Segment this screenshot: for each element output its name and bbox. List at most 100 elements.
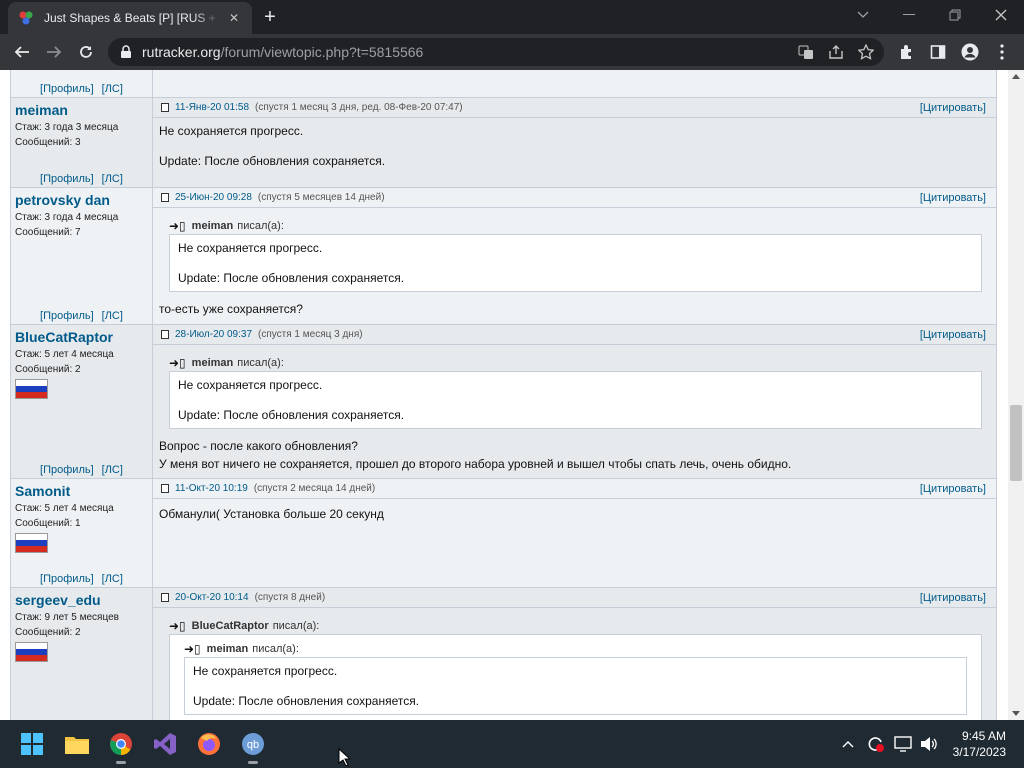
poster-nick[interactable]: BlueCatRaptor bbox=[15, 329, 152, 347]
side-panel-icon[interactable] bbox=[922, 34, 954, 70]
network-monitor-icon[interactable] bbox=[892, 730, 914, 758]
quote-button[interactable]: [Цитировать] bbox=[920, 102, 986, 114]
scrollbar-thumb[interactable] bbox=[1010, 405, 1022, 481]
post-date[interactable]: 28-Июл-20 09:37 bbox=[175, 329, 252, 340]
page-viewport: [Профиль] [ЛС] meiman Стаж: 3 года 3 меся… bbox=[0, 70, 1008, 720]
post-text: Обманули( Установка больше 20 секунд bbox=[159, 507, 384, 521]
quote-text: Не сохраняется прогресс. bbox=[178, 241, 323, 255]
share-icon[interactable] bbox=[828, 44, 844, 60]
running-indicator bbox=[248, 761, 258, 764]
poster-messages: Сообщений: 3 bbox=[15, 137, 81, 148]
scroll-up-arrow-icon[interactable] bbox=[1012, 74, 1020, 79]
back-arrow-icon[interactable] bbox=[6, 34, 38, 70]
russia-flag-icon bbox=[15, 642, 48, 662]
page-scrollbar[interactable] bbox=[1008, 70, 1024, 720]
russia-flag-icon bbox=[15, 533, 48, 553]
poster-nick[interactable]: sergeev_edu bbox=[15, 592, 152, 610]
visual-studio-icon[interactable] bbox=[151, 730, 179, 758]
chrome-icon[interactable] bbox=[107, 730, 135, 764]
poster-nick[interactable]: petrovsky dan bbox=[15, 192, 152, 210]
quote-button[interactable]: [Цитировать] bbox=[920, 592, 986, 604]
profile-link[interactable]: [Профиль] bbox=[40, 173, 94, 185]
poster-stazh: Стаж: 5 лет 4 месяца bbox=[15, 503, 114, 514]
post-info: (спустя 1 месяц 3 дня) bbox=[258, 329, 363, 340]
reload-icon[interactable] bbox=[70, 34, 102, 70]
poster-messages: Сообщений: 2 bbox=[15, 364, 81, 375]
pm-link[interactable]: [ЛС] bbox=[102, 573, 123, 585]
tab-search-chevron-icon[interactable] bbox=[840, 0, 886, 30]
forum-post: BlueCatRaptor Стаж: 5 лет 4 месяца Сообщ… bbox=[11, 325, 996, 479]
quote-arrow-icon: ➜▯ bbox=[184, 642, 201, 656]
system-clock[interactable]: 9:45 AM 3/17/2023 bbox=[953, 728, 1006, 760]
quote-author: meiman bbox=[191, 220, 234, 232]
post-date[interactable]: 25-Июн-20 09:28 bbox=[175, 192, 252, 203]
poster-nick[interactable]: meiman bbox=[15, 102, 152, 120]
quote-button[interactable]: [Цитировать] bbox=[920, 483, 986, 495]
profile-avatar-icon[interactable] bbox=[954, 34, 986, 70]
quote-author: meiman bbox=[191, 357, 234, 369]
post-icon[interactable] bbox=[161, 193, 169, 202]
pm-link[interactable]: [ЛС] bbox=[102, 464, 123, 476]
post-text: Не сохраняется прогресс. bbox=[159, 124, 304, 138]
profile-link[interactable]: [Профиль] bbox=[40, 83, 94, 95]
quote-text: Не сохраняется прогресс. bbox=[178, 378, 323, 392]
chrome-menu-kebab-icon[interactable] bbox=[986, 34, 1018, 70]
rutracker-favicon-icon bbox=[19, 11, 33, 25]
post-date[interactable]: 11-Янв-20 01:58 bbox=[175, 102, 249, 113]
restore-icon[interactable] bbox=[932, 0, 978, 30]
post-header: 11-Окт-20 10:19 (спустя 2 месяца 14 дней… bbox=[153, 479, 996, 499]
extensions-puzzle-icon[interactable] bbox=[890, 34, 922, 70]
post-date[interactable]: 11-Окт-20 10:19 bbox=[175, 483, 248, 494]
quote-text: Update: После обновления сохраняется. bbox=[178, 271, 405, 285]
post-date[interactable]: 20-Окт-20 10:14 bbox=[175, 592, 249, 603]
post-icon[interactable] bbox=[161, 484, 169, 493]
volume-speaker-icon[interactable] bbox=[918, 730, 940, 758]
pm-link[interactable]: [ЛС] bbox=[102, 173, 123, 185]
tab-close-icon[interactable]: ✕ bbox=[226, 11, 242, 25]
profile-link[interactable]: [Профиль] bbox=[40, 310, 94, 322]
post-header: 11-Янв-20 01:58 (спустя 1 месяц 3 дня, р… bbox=[153, 98, 996, 118]
file-explorer-icon[interactable] bbox=[63, 730, 91, 758]
poster-messages: Сообщений: 1 bbox=[15, 518, 81, 529]
quote-wrote-label: писал(а): bbox=[237, 220, 284, 232]
translate-icon[interactable] bbox=[798, 44, 814, 60]
sync-alert-icon[interactable] bbox=[864, 730, 886, 758]
quote-author: meiman bbox=[206, 643, 249, 655]
profile-link[interactable]: [Профиль] bbox=[40, 464, 94, 476]
poster-stazh: Стаж: 3 года 4 месяца bbox=[15, 212, 119, 223]
post-icon[interactable] bbox=[161, 593, 169, 602]
profile-link[interactable]: [Профиль] bbox=[40, 573, 94, 585]
forward-arrow-icon[interactable] bbox=[38, 34, 70, 70]
bookmark-star-icon[interactable] bbox=[858, 44, 874, 60]
address-bar[interactable]: rutracker.org/forum/viewtopic.php?t=5815… bbox=[108, 38, 884, 66]
quote-wrote-label: писал(а): bbox=[237, 357, 284, 369]
minimize-icon[interactable] bbox=[886, 0, 932, 30]
lock-icon[interactable] bbox=[120, 45, 132, 59]
russia-flag-icon bbox=[15, 379, 48, 399]
qbittorrent-icon[interactable]: qb bbox=[239, 730, 267, 764]
new-tab-plus-icon[interactable]: + bbox=[260, 7, 280, 27]
post-text: то-есть уже сохраняется? bbox=[159, 302, 303, 316]
quote-block: ➜▯ meiman писал(а): Не сохраняется прогрес… bbox=[169, 355, 982, 429]
firefox-icon[interactable] bbox=[195, 730, 223, 758]
pm-link[interactable]: [ЛС] bbox=[102, 83, 123, 95]
quote-button[interactable]: [Цитировать] bbox=[920, 329, 986, 341]
url-path: /forum/viewtopic.php?t=5815566 bbox=[220, 44, 424, 60]
url-host: rutracker.org bbox=[142, 44, 221, 60]
post-icon[interactable] bbox=[161, 330, 169, 339]
forum-post: sergeev_edu Стаж: 9 лет 5 месяцев Сообще… bbox=[11, 588, 996, 720]
quote-text: Не сохраняется прогресс. bbox=[193, 664, 338, 678]
clock-time: 9:45 AM bbox=[961, 729, 1006, 743]
poster-stazh: Стаж: 9 лет 5 месяцев bbox=[15, 612, 119, 623]
windows-start-icon[interactable] bbox=[18, 730, 46, 758]
quote-button[interactable]: [Цитировать] bbox=[920, 192, 986, 204]
poster-nick[interactable]: Samonit bbox=[15, 483, 152, 501]
scroll-down-arrow-icon[interactable] bbox=[1012, 711, 1020, 716]
quote-arrow-icon: ➜▯ bbox=[169, 356, 186, 370]
pm-link[interactable]: [ЛС] bbox=[102, 310, 123, 322]
browser-tab[interactable]: Just Shapes & Beats [P] [RUS + ENG] ✕ bbox=[8, 2, 252, 34]
quote-text: Update: После обновления сохраняется. bbox=[178, 408, 405, 422]
show-hidden-icons-chevron-icon[interactable] bbox=[838, 730, 858, 758]
close-window-icon[interactable] bbox=[978, 0, 1024, 30]
post-icon[interactable] bbox=[161, 103, 169, 112]
